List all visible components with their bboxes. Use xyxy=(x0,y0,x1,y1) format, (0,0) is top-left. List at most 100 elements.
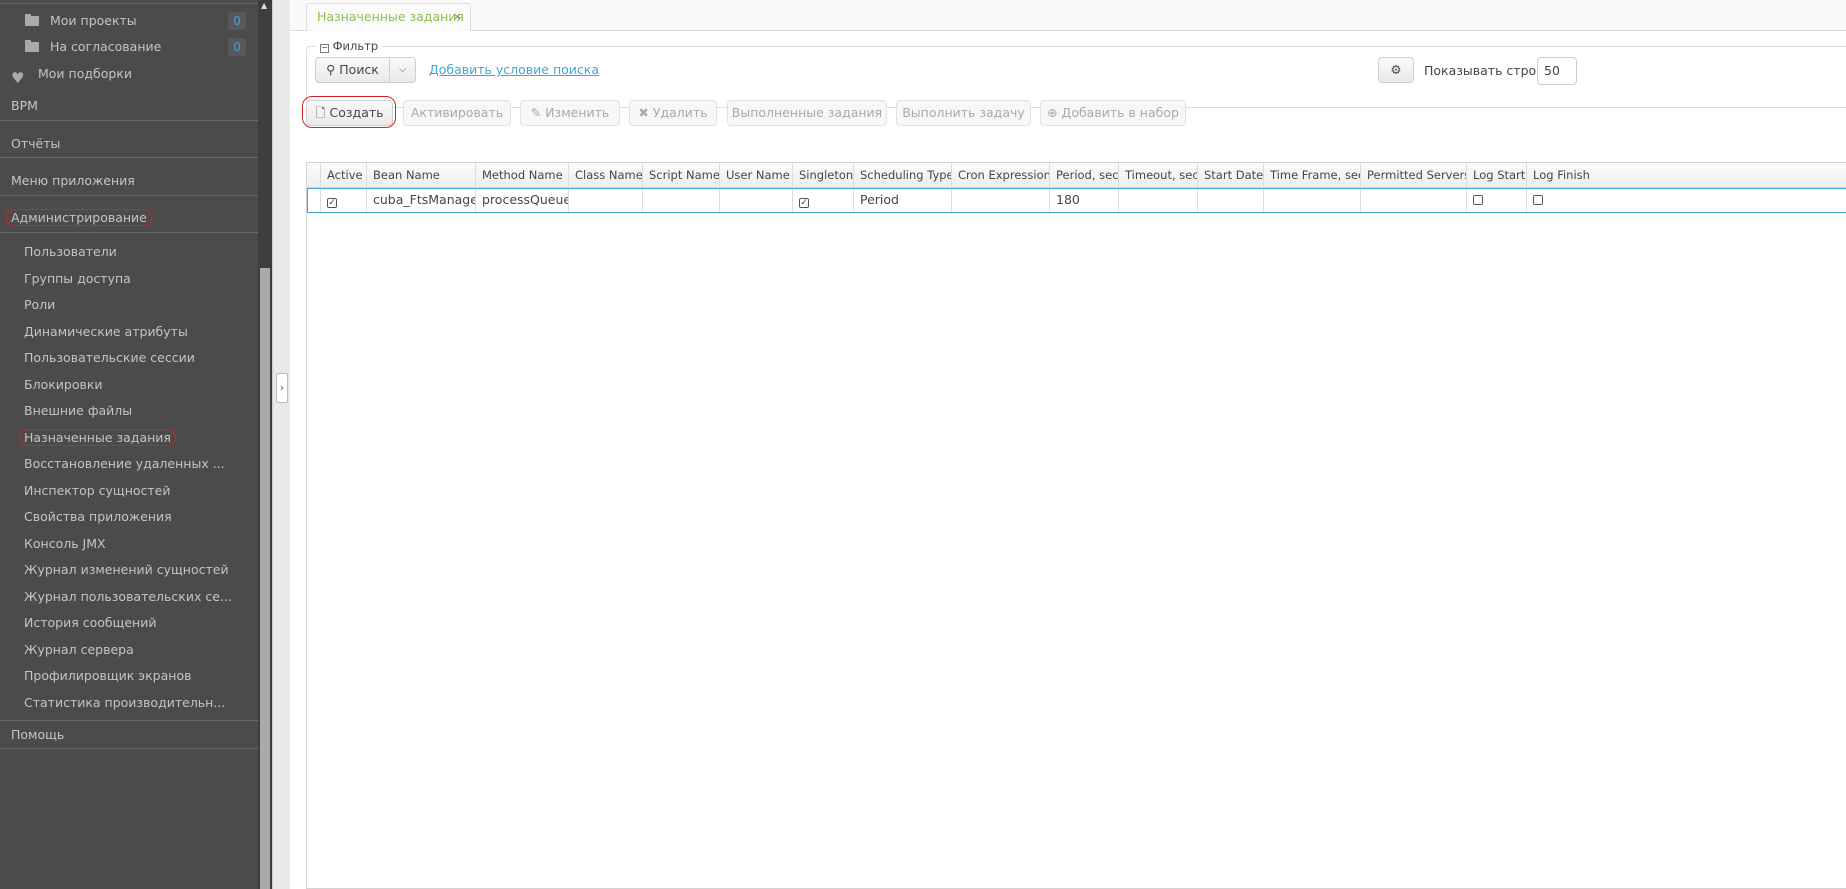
label: Добавить в набор xyxy=(1061,105,1179,120)
sidebar-item-admin[interactable]: Восстановление удаленных ... xyxy=(0,451,258,477)
table-cell: ✓ xyxy=(321,189,367,213)
table-cell: Period xyxy=(854,189,952,213)
sidebar-item-admin[interactable]: Журнал сервера xyxy=(0,637,258,663)
sidebar-item-admin[interactable]: Пользователи xyxy=(0,239,258,265)
search-options-dropdown[interactable]: ⌵ xyxy=(389,57,416,83)
activate-button[interactable]: Активировать xyxy=(403,100,511,126)
label: Поиск xyxy=(339,62,379,77)
sidebar: Мои проекты 0 На согласование 0 ♥ Мои подбо… xyxy=(0,0,258,889)
expand-sidebar-button[interactable]: › xyxy=(276,373,288,403)
filter-toggle[interactable]: − Фильтр xyxy=(316,39,383,53)
column-header[interactable]: User Name xyxy=(720,163,793,188)
tasks-table: Active Bean Name Method Name Class Name Scri… xyxy=(306,162,1846,889)
sidebar-item-admin[interactable]: Инспектор сущностей xyxy=(0,478,258,504)
folder-icon xyxy=(25,14,39,26)
divider xyxy=(0,748,258,749)
divider xyxy=(0,232,258,233)
heart-icon: ♥ xyxy=(11,69,25,87)
checkbox-checked-icon: ✓ xyxy=(327,198,337,208)
table-cell: 180 xyxy=(1050,189,1119,213)
column-header[interactable]: Permitted Servers xyxy=(1361,163,1467,188)
edit-button[interactable]: ✎ Изменить xyxy=(520,100,620,126)
label: Изменить xyxy=(545,105,610,120)
scrollbar-thumb[interactable] xyxy=(260,268,270,889)
label: Динамические атрибуты xyxy=(24,323,188,339)
sidebar-item-admin[interactable]: Консоль JMX xyxy=(0,531,258,557)
sidebar-section-app-menu[interactable]: Меню приложения xyxy=(0,168,258,194)
sidebar-section-reports[interactable]: Отчёты xyxy=(0,131,258,157)
column-header[interactable]: Active xyxy=(321,163,367,188)
sidebar-scrollbar[interactable]: ▲ xyxy=(258,0,272,889)
sidebar-item-favorites[interactable]: ♥ Мои подборки xyxy=(0,61,258,87)
sidebar-item-admin[interactable]: Журнал пользовательских се... xyxy=(0,584,258,610)
settings-button[interactable]: ⚙ xyxy=(1378,57,1414,83)
close-icon[interactable]: × xyxy=(453,4,462,30)
row-marker-header xyxy=(307,163,321,188)
tab-title: Назначенные задания xyxy=(317,9,464,24)
column-header[interactable]: Singleton xyxy=(793,163,854,188)
label: Создать xyxy=(329,105,384,120)
column-header[interactable]: Period, sec xyxy=(1050,163,1119,188)
column-header[interactable]: Log Finish xyxy=(1527,163,1846,188)
sidebar-item-admin[interactable]: Назначенные задания xyxy=(0,425,258,451)
table-cell xyxy=(1264,189,1361,213)
sidebar-item-admin[interactable]: Профилировщик экранов xyxy=(0,663,258,689)
table-cell xyxy=(1467,189,1527,213)
column-header[interactable]: Time Frame, sec xyxy=(1264,163,1361,188)
sidebar-item-admin[interactable]: Динамические атрибуты xyxy=(0,319,258,345)
add-to-set-button[interactable]: ⊕ Добавить в набор xyxy=(1040,100,1186,126)
label: Группы доступа xyxy=(24,270,131,286)
count-badge: 0 xyxy=(228,38,246,56)
sidebar-item-admin[interactable]: Внешние файлы xyxy=(0,398,258,424)
sidebar-item-my-projects[interactable]: Мои проекты 0 xyxy=(0,8,258,34)
collapse-icon: − xyxy=(320,43,329,53)
label: Мои проекты xyxy=(50,13,137,28)
pencil-icon: ✎ xyxy=(530,105,542,120)
column-header[interactable]: Method Name xyxy=(476,163,569,188)
label: Свойства приложения xyxy=(24,509,172,524)
executions-button[interactable]: Выполненные задания xyxy=(727,100,887,126)
create-button[interactable]: 🗋 Создать xyxy=(306,100,393,126)
column-header[interactable]: Log Start xyxy=(1467,163,1527,188)
table-cell: ✓ xyxy=(793,189,854,213)
column-header[interactable]: Script Name xyxy=(643,163,720,188)
search-icon: ⚲ xyxy=(326,62,336,77)
sidebar-item-admin[interactable]: История сообщений xyxy=(0,610,258,636)
sidebar-item-admin[interactable]: Роли xyxy=(0,292,258,318)
sidebar-item-admin[interactable]: Пользовательские сессии xyxy=(0,345,258,371)
sidebar-collapse-strip: › xyxy=(272,0,290,889)
sidebar-item-admin[interactable]: Группы доступа xyxy=(0,266,258,292)
label: Восстановление удаленных ... xyxy=(24,456,225,471)
tab-scheduled-tasks[interactable]: Назначенные задания × xyxy=(306,3,471,31)
column-header[interactable]: Scheduling Type xyxy=(854,163,952,188)
divider xyxy=(0,120,258,121)
sidebar-section-help[interactable]: Помощь xyxy=(0,722,258,748)
execute-task-button[interactable]: Выполнить задачу xyxy=(896,100,1031,126)
sidebar-section-bpm[interactable]: BPM xyxy=(0,93,258,119)
column-header[interactable]: Start Date xyxy=(1198,163,1264,188)
label: Профилировщик экранов xyxy=(24,668,192,683)
delete-button[interactable]: ✖ Удалить xyxy=(629,100,717,126)
label: Администрирование xyxy=(6,209,152,226)
checkbox-unchecked-icon xyxy=(1533,195,1543,205)
sidebar-item-admin[interactable]: Блокировки xyxy=(0,372,258,398)
add-search-condition-link[interactable]: Добавить условие поиска xyxy=(429,62,599,77)
search-button[interactable]: ⚲ Поиск xyxy=(315,57,390,83)
table-cell xyxy=(569,189,643,213)
column-header[interactable]: Timeout, sec xyxy=(1119,163,1198,188)
column-header[interactable]: Class Name xyxy=(569,163,643,188)
sidebar-item-approval[interactable]: На согласование 0 xyxy=(0,34,258,60)
sidebar-item-admin[interactable]: Свойства приложения xyxy=(0,504,258,530)
gear-icon: ⚙ xyxy=(1390,62,1402,77)
column-header[interactable]: Bean Name xyxy=(367,163,476,188)
sidebar-item-admin[interactable]: Журнал изменений сущностей xyxy=(0,557,258,583)
sidebar-item-admin[interactable]: Статистика производительн... xyxy=(0,690,258,716)
rows-per-page-select[interactable]: 50 xyxy=(1537,57,1577,85)
column-header[interactable]: Cron Expression xyxy=(952,163,1050,188)
label: Удалить xyxy=(652,105,708,120)
table-cell: processQueue xyxy=(476,189,569,213)
label: Внешние файлы xyxy=(24,403,133,418)
label: История сообщений xyxy=(24,615,157,630)
sidebar-section-administration[interactable]: Администрирование xyxy=(0,205,258,231)
scroll-up-icon[interactable]: ▲ xyxy=(261,1,267,10)
